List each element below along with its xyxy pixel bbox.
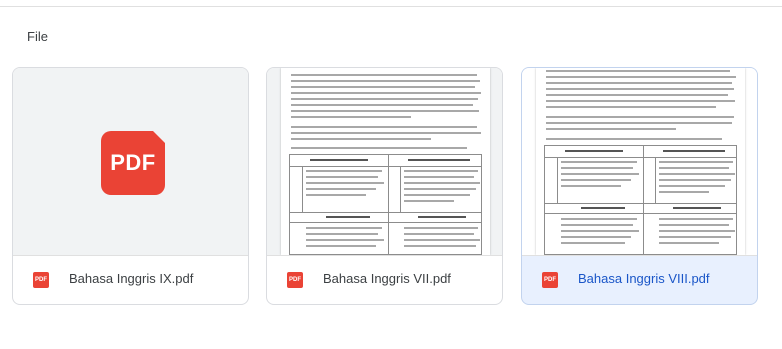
section-title: File — [27, 29, 48, 44]
file-thumbnail[interactable] — [267, 68, 502, 256]
file-thumbnail[interactable] — [522, 68, 757, 256]
file-name: Bahasa Inggris VIII.pdf — [578, 271, 710, 286]
top-divider — [0, 6, 782, 7]
document-preview — [281, 68, 490, 255]
file-name-row[interactable]: PDF Bahasa Inggris VII.pdf — [267, 255, 502, 304]
pdf-file-icon: PDF — [101, 131, 165, 195]
file-card-bahasa-inggris-ix[interactable]: PDF PDF Bahasa Inggris IX.pdf — [12, 67, 249, 305]
file-name: Bahasa Inggris IX.pdf — [69, 271, 194, 286]
file-card-bahasa-inggris-vii[interactable]: PDF Bahasa Inggris VII.pdf — [266, 67, 503, 305]
pdf-type-icon: PDF — [287, 272, 303, 288]
pdf-type-icon: PDF — [33, 272, 49, 288]
file-thumbnail[interactable]: PDF — [13, 68, 248, 256]
file-name-row[interactable]: PDF Bahasa Inggris VIII.pdf — [522, 255, 757, 304]
file-card-bahasa-inggris-viii[interactable]: PDF Bahasa Inggris VIII.pdf — [521, 67, 758, 305]
pdf-type-icon: PDF — [542, 272, 558, 288]
document-preview — [536, 68, 745, 255]
file-name-row[interactable]: PDF Bahasa Inggris IX.pdf — [13, 255, 248, 304]
file-name: Bahasa Inggris VII.pdf — [323, 271, 451, 286]
